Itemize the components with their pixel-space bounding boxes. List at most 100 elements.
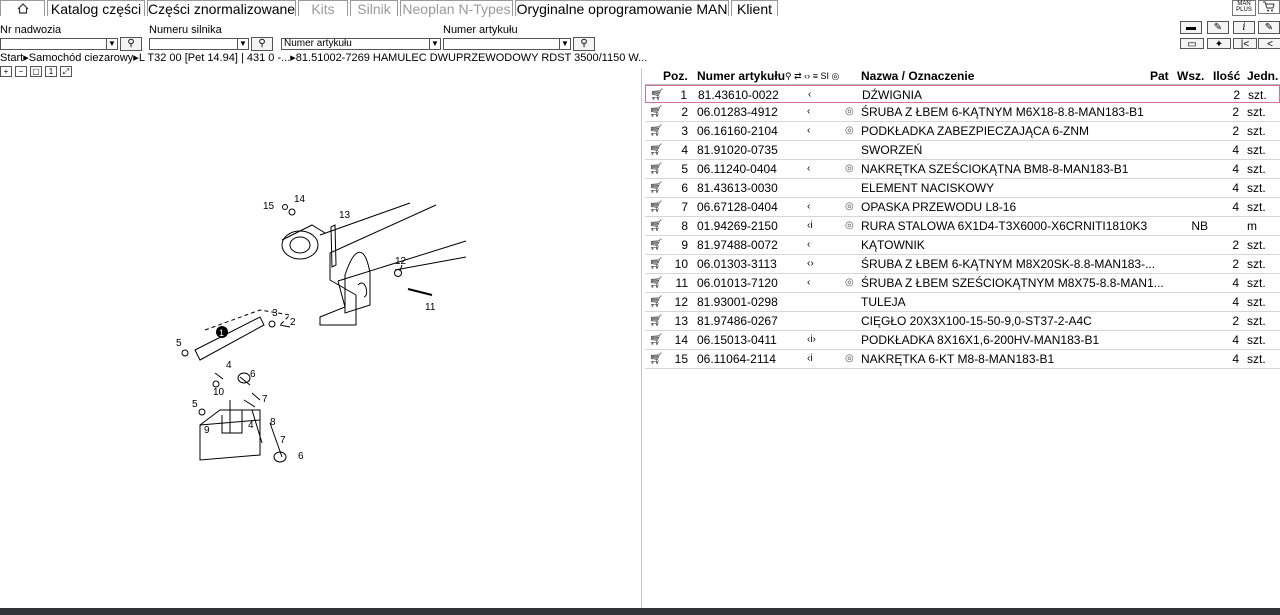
row-article[interactable]: 81.43610-0022 (698, 86, 779, 104)
row-unit: szt. (1247, 295, 1266, 309)
breadcrumb[interactable]: Start▸Samochód ciezarowy▸L T32 00 [Pet 1… (0, 51, 680, 65)
table-row[interactable]: 🛒︎ 5 06.11240-0404 ‹ ◎ NAKRĘTKA SZEŚCIOKĄTNA … (645, 160, 1280, 179)
row-article[interactable]: 81.97486-0267 (697, 312, 778, 330)
table-row[interactable]: 🛒︎ 8 01.94269-2150 ‹i ◎ RURA STALOWA 6X1D4-T3… (645, 217, 1280, 236)
row-article[interactable]: 81.43613-0030 (697, 179, 778, 197)
vehicle-button[interactable]: ▬ (1180, 21, 1202, 34)
table-row[interactable]: 🛒︎ 15 06.11064-2114 ‹i ◎ NAKRĘTKA 6-KT M8-8-M… (645, 350, 1280, 369)
row-article[interactable]: 06.11064-2114 (697, 350, 776, 368)
print-icon: ▭ (1187, 39, 1197, 50)
row-article[interactable]: 06.01283-4912 (697, 103, 778, 121)
zoom-area-button[interactable]: ▢ (30, 66, 42, 77)
add-to-cart-icon[interactable]: 🛒︎ (649, 122, 663, 140)
callout-7b: 7 (280, 435, 286, 446)
col-wsz-header[interactable]: Wsz. (1177, 68, 1204, 84)
pane-divider[interactable] (641, 68, 642, 608)
tab-client[interactable]: Klient (731, 0, 778, 17)
cart-button[interactable] (1258, 0, 1280, 14)
zoom-in-button[interactable]: + (0, 66, 12, 77)
add-to-cart-icon[interactable]: 🛒︎ (649, 160, 663, 178)
col-pos-header[interactable]: Poz. (663, 68, 688, 84)
tab-catalog[interactable]: Katalog części (47, 0, 145, 17)
print-button[interactable]: ▭ (1180, 38, 1204, 50)
chassis-search-button[interactable]: ⚲ (120, 37, 142, 51)
table-row[interactable]: 🛒︎ 6 81.43613-0030 ELEMENT NACISKOWY 4 szt. (645, 179, 1280, 198)
row-article[interactable]: 01.94269-2150 (697, 217, 778, 235)
add-to-cart-icon[interactable]: 🛒︎ (649, 274, 663, 292)
tab-man-software[interactable]: Oryginalne oprogramowanie MAN (515, 0, 729, 17)
row-article[interactable]: 81.93001-0298 (697, 293, 778, 311)
row-article[interactable]: 06.01013-7120 (697, 274, 778, 292)
tab-kits[interactable]: Kits (298, 0, 348, 17)
col-name-header[interactable]: Nazwa / Oznaczenie (861, 68, 974, 84)
row-name: DŹWIGNIA (862, 88, 922, 102)
row-article[interactable]: 06.11240-0404 (697, 160, 777, 178)
prev-page-button[interactable]: < (1258, 38, 1280, 50)
table-row[interactable]: 🛒︎ 13 81.97486-0267 CIĘGŁO 20X3X100-15-50-9… (645, 312, 1280, 331)
table-row[interactable]: 🛒︎ 1 81.43610-0022 ‹ DŹWIGNIA 2 szt. (645, 85, 1280, 103)
add-to-cart-icon[interactable]: 🛒︎ (649, 255, 663, 273)
engine-search-button[interactable]: ⚲ (251, 37, 273, 51)
row-unit: szt. (1247, 124, 1266, 138)
search-icon: ⚲ (258, 38, 266, 49)
table-row[interactable]: 🛒︎ 10 06.01303-3113 ‹› ŚRUBA Z ŁBEM 6-KĄTNYM… (645, 255, 1280, 274)
add-to-cart-icon[interactable]: 🛒︎ (649, 293, 663, 311)
tab-engine[interactable]: Silnik (350, 0, 398, 17)
col-qty-header[interactable]: Ilość (1213, 68, 1240, 84)
article-select[interactable]: ▼ (443, 38, 571, 50)
info-button[interactable]: i (1233, 21, 1255, 34)
col-pat-header[interactable]: Pat (1150, 68, 1169, 84)
circle-marker-icon: ◎ (845, 353, 854, 364)
table-row[interactable]: 🛒︎ 11 06.01013-7120 ‹ ◎ ŚRUBA Z ŁBEM SZEŚCIOK… (645, 274, 1280, 293)
table-row[interactable]: 🛒︎ 4 81.91020-0735 SWORZEŃ 4 szt. (645, 141, 1280, 160)
row-article[interactable]: 06.15013-0411 (697, 331, 777, 349)
zoom-fit-button[interactable]: ⤢ (60, 66, 72, 77)
col-unit-header[interactable]: Jedn. (1247, 68, 1278, 84)
add-to-cart-icon[interactable]: 🛒︎ (649, 141, 663, 159)
home-tab[interactable] (0, 0, 45, 16)
pin-button[interactable]: ✎ (1207, 21, 1229, 34)
row-article[interactable]: 06.67128-0404 (697, 198, 778, 216)
row-unit: szt. (1248, 88, 1267, 102)
first-page-button[interactable]: |< (1233, 38, 1257, 50)
add-to-cart-icon[interactable]: 🛒︎ (649, 331, 663, 349)
table-row[interactable]: 🛒︎ 2 06.01283-4912 ‹ ◎ ŚRUBA Z ŁBEM 6-KĄTNYM … (645, 103, 1280, 122)
add-to-cart-icon[interactable]: 🛒︎ (649, 179, 663, 197)
add-to-cart-icon[interactable]: 🛒︎ (649, 236, 663, 254)
bookmark-button[interactable]: ✦ (1207, 38, 1231, 50)
callout-10: 10 (213, 387, 225, 398)
callout-4a: 4 (226, 360, 232, 371)
add-to-cart-icon[interactable]: 🛒︎ (649, 103, 663, 121)
table-row[interactable]: 🛒︎ 9 81.97488-0072 ‹ KĄTOWNIK 2 szt. (645, 236, 1280, 255)
tab-neoplan[interactable]: Neoplan N-Types (400, 0, 513, 17)
table-row[interactable]: 🛒︎ 12 81.93001-0298 TULEJA 4 szt. (645, 293, 1280, 312)
row-pos: 3 (681, 124, 688, 138)
row-pos: 9 (681, 238, 688, 252)
zoom-out-button[interactable]: − (15, 66, 27, 77)
table-row[interactable]: 🛒︎ 7 06.67128-0404 ‹ ◎ OPASKA PRZEWODU L8-16 4… (645, 198, 1280, 217)
tab-standard-parts[interactable]: Części znormalizowane (147, 0, 296, 17)
add-to-cart-icon[interactable]: 🛒︎ (649, 198, 663, 216)
zoom-actual-button[interactable]: 1 (45, 66, 57, 77)
row-mark: ‹ (807, 277, 811, 288)
man-plus-logo[interactable]: MAN PLUS (1232, 0, 1256, 16)
row-article[interactable]: 81.91020-0735 (697, 141, 778, 159)
add-to-cart-icon[interactable]: 🛒︎ (649, 217, 663, 235)
add-to-cart-icon[interactable]: 🛒︎ (650, 86, 664, 104)
row-article[interactable]: 81.97488-0072 (697, 236, 778, 254)
chassis-select[interactable]: ▼ (0, 38, 118, 50)
col-si-header: SI (820, 71, 829, 81)
add-to-cart-icon[interactable]: 🛒︎ (649, 312, 663, 330)
row-article[interactable]: 06.16160-2104 (697, 122, 778, 140)
table-row[interactable]: 🛒︎ 3 06.16160-2104 ‹ ◎ PODKŁADKA ZABEZPIECZAJ… (645, 122, 1280, 141)
table-row[interactable]: 🛒︎ 14 06.15013-0411 ‹i› PODKŁADKA 8X16X1,6-2… (645, 331, 1280, 350)
note-button[interactable]: ✎ (1258, 21, 1280, 34)
search-type-select[interactable]: Numer artykułu ▼ (281, 38, 441, 50)
col-article-header[interactable]: Numer artykułu (697, 68, 785, 84)
engine-select[interactable]: ▼ (149, 38, 249, 50)
circle-marker-icon: ◎ (845, 106, 854, 117)
parts-drawing[interactable]: 1 2 3 4 4 5 5 6 6 7 7 8 9 10 11 12 13 14… (160, 185, 480, 485)
add-to-cart-icon[interactable]: 🛒︎ (649, 350, 663, 368)
row-article[interactable]: 06.01303-3113 (697, 255, 777, 273)
article-search-button[interactable]: ⚲ (573, 37, 595, 51)
